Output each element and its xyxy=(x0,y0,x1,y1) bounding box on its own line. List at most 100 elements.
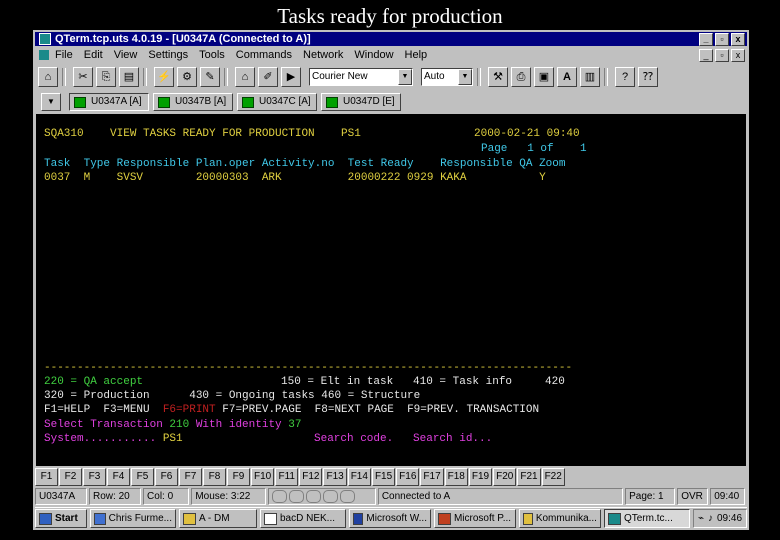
toolbar-separator xyxy=(62,68,66,86)
play-icon[interactable]: ▶ xyxy=(281,67,301,87)
document-icon[interactable] xyxy=(39,50,49,60)
fkey-f2[interactable]: F2 xyxy=(59,468,82,486)
identity-input[interactable]: 37 xyxy=(288,419,301,431)
system-input[interactable]: PS1 xyxy=(163,433,183,445)
windows-taskbar: Start Chris Furme... A - DM bacD NEK... … xyxy=(35,507,748,529)
pen-icon[interactable]: ✐ xyxy=(258,67,278,87)
fkey-f11[interactable]: F11 xyxy=(275,468,299,486)
fkey-f1[interactable]: F1 xyxy=(35,468,58,486)
session-tab-a[interactable]: U0347A [A] xyxy=(69,93,149,111)
function-key-bar: F1 F2 F3 F4 F5 F6 F7 F8 F9 F10 F11 F12 F… xyxy=(35,468,747,486)
help-icon[interactable]: ? xyxy=(615,67,635,87)
session-tab-c[interactable]: U0347C [A] xyxy=(237,93,317,111)
taskbar-item-dm[interactable]: A - DM xyxy=(178,509,257,528)
chevron-down-icon[interactable]: ▼ xyxy=(458,69,472,85)
chevron-down-icon[interactable]: ▼ xyxy=(398,69,412,85)
status-mouse: Mouse: 3:22 xyxy=(191,488,267,505)
fkey-f14[interactable]: F14 xyxy=(347,468,371,486)
fkey-f12[interactable]: F12 xyxy=(299,468,323,486)
cut-icon[interactable]: ✂ xyxy=(73,67,93,87)
tools-icon[interactable]: ⚒ xyxy=(488,67,508,87)
search-fields[interactable]: Search code. Search id... xyxy=(314,433,492,446)
taskbar-item-qterm[interactable]: QTerm.tc... xyxy=(603,509,690,528)
menu-view[interactable]: View xyxy=(114,47,138,63)
session-tab-label: U0347A [A] xyxy=(91,96,142,107)
print-icon[interactable]: ⎙ xyxy=(511,67,531,87)
fkey-f8[interactable]: F8 xyxy=(203,468,226,486)
chart-icon[interactable]: ▥ xyxy=(580,67,600,87)
window-title: QTerm.tcp.uts 4.0.19 - [U0347A (Connecte… xyxy=(55,33,311,45)
taskbar-item-kommunika[interactable]: Kommunika... xyxy=(518,509,601,528)
table-row[interactable]: 0037 M SVSV 20000303 ARK 20000222 0929 K… xyxy=(44,172,546,185)
menu-network[interactable]: Network xyxy=(303,47,343,63)
menu-commands[interactable]: Commands xyxy=(236,47,292,63)
fkey-f18[interactable]: F18 xyxy=(444,468,468,486)
menu-file[interactable]: File xyxy=(55,47,73,63)
legend-qa-accept: 220 = QA accept xyxy=(44,376,144,388)
session-tab-b[interactable]: U0347B [A] xyxy=(153,93,233,111)
host-icon[interactable]: ⌂ xyxy=(235,67,255,87)
font-combo[interactable]: Courier New ▼ xyxy=(309,68,413,86)
toolbar: ⌂ ✂ ⎘ ▤ ⚡ ⚙ ✎ ⌂ ✐ ▶ Courier New ▼ Auto ▼… xyxy=(35,65,747,89)
edit-icon[interactable]: ✎ xyxy=(200,67,220,87)
fkey-f20[interactable]: F20 xyxy=(493,468,517,486)
fkey-f17[interactable]: F17 xyxy=(420,468,444,486)
menu-window[interactable]: Window xyxy=(354,47,393,63)
font-bold-button[interactable]: A xyxy=(557,67,577,87)
indicator-led-icon xyxy=(340,489,356,503)
mdi-restore-button[interactable]: ▫ xyxy=(715,49,729,62)
fkey-f6[interactable]: F6 xyxy=(155,468,178,486)
identity-label: With identity xyxy=(189,419,289,431)
context-help-icon[interactable]: ⁇ xyxy=(638,67,658,87)
menu-edit[interactable]: Edit xyxy=(84,47,103,63)
app-icon[interactable] xyxy=(39,33,51,45)
fkey-f3[interactable]: F3 xyxy=(83,468,106,486)
session-tab-d[interactable]: U0347D [E] xyxy=(321,93,401,111)
session-icon xyxy=(326,96,338,108)
mdi-minimize-button[interactable]: _ xyxy=(699,49,713,62)
taskbar-label: Microsoft W... xyxy=(366,513,427,524)
select-transaction-line: Select Transaction 210 With identity 37 xyxy=(44,419,301,432)
menu-help[interactable]: Help xyxy=(405,47,428,63)
taskbar-item-word[interactable]: Microsoft W... xyxy=(348,509,431,528)
session-icon xyxy=(242,96,254,108)
fkey-f22[interactable]: F22 xyxy=(541,468,565,486)
session-dropdown[interactable]: ▼ xyxy=(41,93,61,111)
taskbar-item-chris[interactable]: Chris Furme... xyxy=(90,509,176,528)
maximize-button[interactable]: ▫ xyxy=(715,33,729,46)
fkey-f7[interactable]: F7 xyxy=(179,468,202,486)
tray-volume-icon[interactable]: ♪ xyxy=(708,510,713,527)
menu-tools[interactable]: Tools xyxy=(199,47,225,63)
connect-icon[interactable]: ⌂ xyxy=(38,67,58,87)
save-icon[interactable]: ▣ xyxy=(534,67,554,87)
tray-network-icon[interactable]: ⌁ xyxy=(698,510,704,527)
menu-settings[interactable]: Settings xyxy=(148,47,188,63)
screen-header: SQA310 VIEW TASKS READY FOR PRODUCTION P… xyxy=(44,128,361,140)
fkey-f13[interactable]: F13 xyxy=(323,468,347,486)
fkey-f15[interactable]: F15 xyxy=(371,468,396,486)
taskbar-item-powerpoint[interactable]: Microsoft P... xyxy=(433,509,516,528)
paste-icon[interactable]: ▤ xyxy=(119,67,139,87)
terminal-screen[interactable]: SQA310 VIEW TASKS READY FOR PRODUCTION P… xyxy=(36,114,746,466)
size-combo[interactable]: Auto ▼ xyxy=(421,68,473,86)
fkey-f16[interactable]: F16 xyxy=(396,468,420,486)
transaction-input[interactable]: 210 xyxy=(169,419,189,431)
minimize-button[interactable]: _ xyxy=(699,33,713,46)
fkey-f10[interactable]: F10 xyxy=(251,468,275,486)
taskbar-label: QTerm.tc... xyxy=(623,513,673,524)
fkey-f21[interactable]: F21 xyxy=(517,468,541,486)
mdi-close-button[interactable]: x xyxy=(731,49,745,62)
status-col: Col: 0 xyxy=(143,488,190,505)
macro-icon[interactable]: ⚡ xyxy=(154,67,174,87)
fkey-f9[interactable]: F9 xyxy=(227,468,250,486)
taskbar-item-bacd[interactable]: bacD NEK... xyxy=(259,509,346,528)
settings-icon[interactable]: ⚙ xyxy=(177,67,197,87)
fkey-f4[interactable]: F4 xyxy=(107,468,130,486)
fkey-f19[interactable]: F19 xyxy=(468,468,493,486)
close-button[interactable]: x xyxy=(731,33,745,46)
session-tab-label: U0347C [A] xyxy=(259,96,311,107)
fkey-f5[interactable]: F5 xyxy=(131,468,154,486)
title-bar[interactable]: QTerm.tcp.uts 4.0.19 - [U0347A (Connecte… xyxy=(35,32,747,46)
copy-icon[interactable]: ⎘ xyxy=(96,67,116,87)
start-button[interactable]: Start xyxy=(35,509,87,528)
